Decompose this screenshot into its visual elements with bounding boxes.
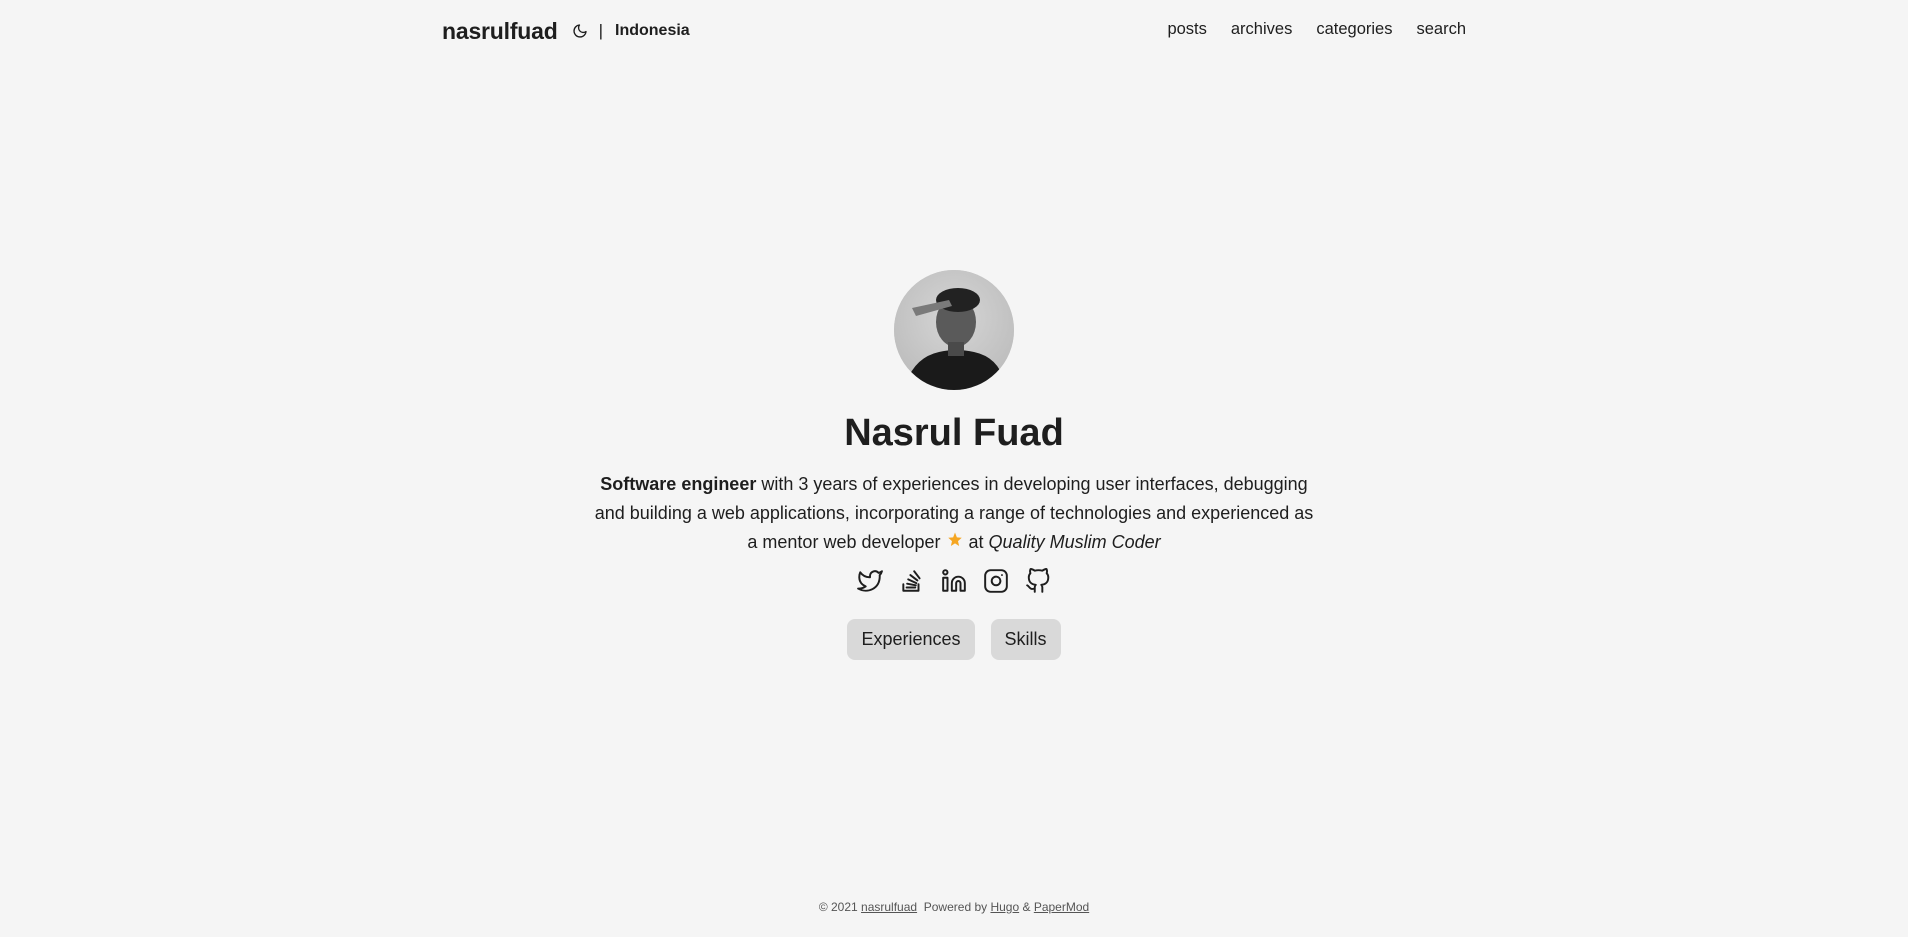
site-logo[interactable]: nasrulfuad — [442, 18, 558, 45]
footer-copyright: © 2021 — [818, 900, 862, 914]
star-icon — [946, 529, 964, 547]
site-header: nasrulfuad | Indonesia posts archives ca… — [0, 0, 1908, 60]
profile-buttons: Experiences Skills — [847, 619, 1061, 660]
social-icons — [856, 567, 1052, 595]
header-separator: | — [598, 21, 603, 40]
footer-site-link[interactable]: nasrulfuad — [861, 900, 917, 914]
footer-hugo-link[interactable]: Hugo — [990, 900, 1019, 914]
linkedin-icon[interactable] — [940, 567, 968, 595]
nav-search[interactable]: search — [1416, 20, 1466, 39]
skills-button[interactable]: Skills — [990, 619, 1061, 660]
bio-company: Quality Muslim Coder — [988, 532, 1161, 552]
profile-name: Nasrul Fuad — [844, 412, 1064, 454]
instagram-icon[interactable] — [982, 567, 1010, 595]
stackoverflow-icon[interactable] — [898, 567, 926, 595]
experiences-button[interactable]: Experiences — [847, 619, 975, 660]
profile-section: Nasrul Fuad Software engineer with 3 yea… — [0, 270, 1908, 660]
avatar — [894, 270, 1014, 390]
github-icon[interactable] — [1024, 567, 1052, 595]
footer-amp: & — [1019, 900, 1034, 914]
bio-at: at — [963, 532, 989, 552]
moon-icon[interactable] — [571, 22, 589, 40]
logo-group: nasrulfuad | Indonesia — [442, 16, 690, 46]
profile-bio: Software engineer with 3 years of experi… — [589, 470, 1319, 557]
language-switch[interactable]: Indonesia — [615, 22, 690, 40]
nav-posts[interactable]: posts — [1167, 20, 1206, 39]
twitter-icon[interactable] — [856, 567, 884, 595]
bio-role: Software engineer — [600, 474, 757, 494]
footer-papermod-link[interactable]: PaperMod — [1034, 900, 1089, 914]
footer-powered: Powered by — [923, 900, 991, 914]
site-footer: © 2021 nasrulfuad Powered by Hugo & Pape… — [0, 900, 1908, 914]
nav-archives[interactable]: archives — [1231, 20, 1292, 39]
nav-categories[interactable]: categories — [1316, 20, 1392, 39]
main-nav: posts archives categories search — [1167, 20, 1466, 39]
